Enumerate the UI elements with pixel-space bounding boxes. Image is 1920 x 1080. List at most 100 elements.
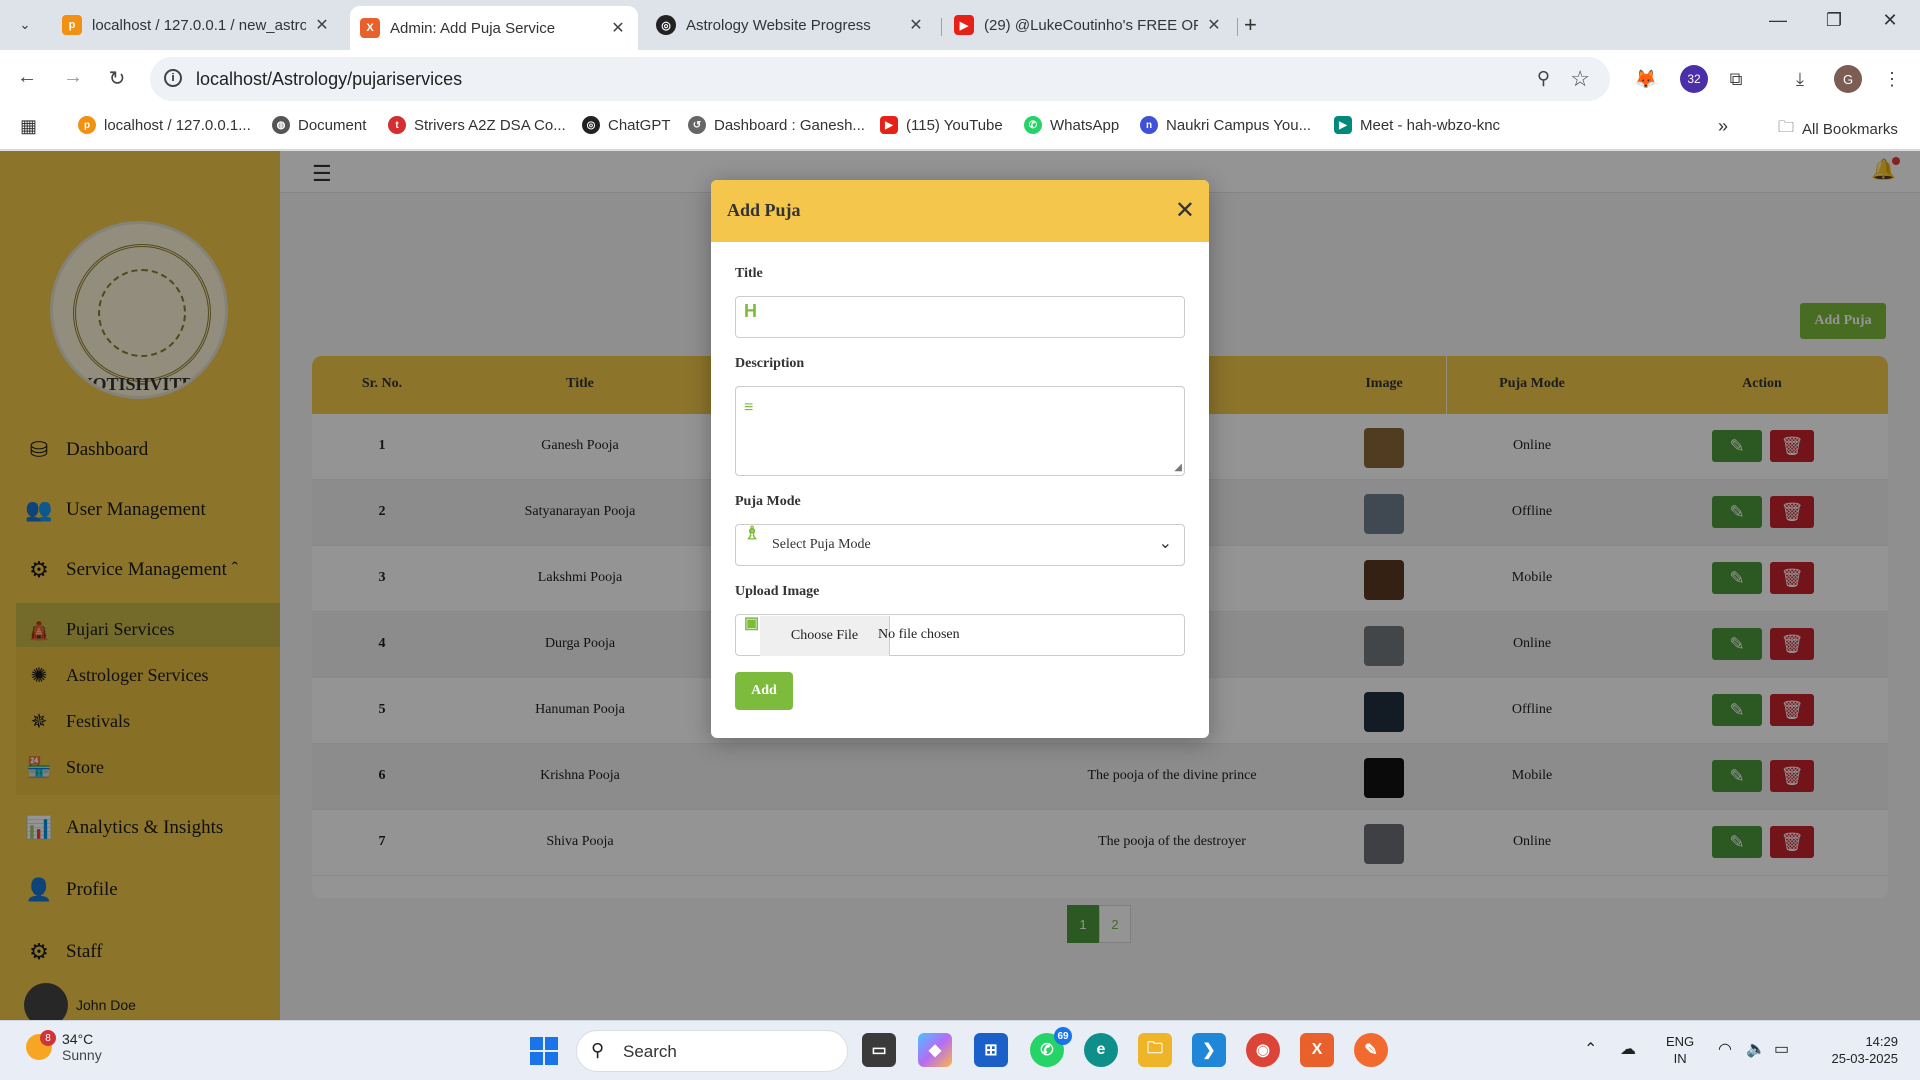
tab-youtube[interactable]: ▶ (29) @LukeCoutinho's FREE OF ✕ (944, 8, 1234, 42)
bookmark-chatgpt[interactable]: ◎ ChatGPT (582, 116, 671, 134)
profile-initial: G (1842, 71, 1854, 87)
title-field[interactable]: H (735, 296, 1185, 338)
bookmark-localhost[interactable]: p localhost / 127.0.0.1... (78, 116, 251, 134)
chevron-down-icon: ⌄ (1158, 535, 1172, 552)
bookmark-meet[interactable]: ▶ Meet - hah-wbzo-knc (1334, 116, 1500, 134)
tab-title: localhost / 127.0.0.1 / new_astro (92, 16, 306, 34)
bookmarks-bar: ▦ p localhost / 127.0.0.1... ◍ Document tS… (0, 108, 1920, 150)
tab-phpmyadmin[interactable]: p localhost / 127.0.0.1 / new_astro ✕ (52, 8, 342, 42)
tray-chevron-icon[interactable]: ⌃ (1584, 1039, 1597, 1059)
zoom-icon[interactable]: ⚲ (1537, 68, 1550, 89)
address-bar[interactable]: i localhost/Astrology/pujariservices ⚲ ☆ (150, 57, 1610, 101)
new-tab-button[interactable]: + (1244, 12, 1257, 38)
add-submit-button[interactable]: Add (735, 672, 793, 710)
select-placeholder: Select Puja Mode (772, 537, 871, 552)
windows-start-icon[interactable] (530, 1037, 558, 1065)
onedrive-icon[interactable]: ☁ (1620, 1039, 1636, 1059)
bookmark-youtube[interactable]: ▶ (115) YouTube (880, 116, 1003, 134)
reload-icon[interactable]: ↻ (102, 66, 132, 91)
ms-store-icon[interactable]: ⊞ (974, 1033, 1008, 1067)
title-input[interactable] (736, 297, 1184, 337)
task-view-icon[interactable]: ▭ (862, 1033, 896, 1067)
description-label: Description (735, 356, 805, 371)
bookmark-dashboard[interactable]: ↺ Dashboard : Ganesh... (688, 116, 865, 134)
upload-image-field[interactable]: ▣ Choose File No file chosen (735, 614, 1185, 656)
bookmark-label: Naukri Campus You... (1166, 116, 1312, 134)
tab-admin-add-puja[interactable]: X Admin: Add Puja Service ✕ (350, 6, 638, 50)
file-explorer-icon[interactable]: 🗀 (1138, 1033, 1172, 1067)
chrome-icon[interactable]: ◉ (1246, 1033, 1280, 1067)
extension-badge: 32 (1687, 72, 1701, 86)
menu-kebab-icon[interactable]: ⋮ (1878, 65, 1906, 93)
wifi-icon[interactable]: ◠ (1718, 1039, 1732, 1059)
description-field[interactable]: ≡ ◢ (735, 386, 1185, 476)
bookmark-label: Strivers A2Z DSA Co... (414, 116, 566, 134)
xampp-icon[interactable]: X (1300, 1033, 1334, 1067)
folder-icon: 🗀 (1778, 119, 1795, 136)
puja-mode-select[interactable]: ♗ Select Puja Mode ⌄ (735, 523, 1185, 566)
bookmark-strivers[interactable]: t Strivers A2Z DSA Co... (388, 116, 566, 134)
minimize-icon[interactable]: — (1758, 10, 1798, 31)
battery-icon[interactable]: ▭ (1774, 1039, 1789, 1059)
whatsapp-taskbar-icon[interactable]: ✆ 69 (1030, 1027, 1072, 1067)
apps-grid-icon[interactable]: ▦ (20, 116, 37, 137)
no-file-text: No file chosen (878, 627, 960, 642)
align-left-icon: ≡ (744, 399, 754, 416)
windows-taskbar: 8 34°C Sunny ⚲ Search ▭ ◆ ⊞ ✆ 69 e 🗀 ❯ ◉ … (0, 1020, 1920, 1080)
add-puja-modal: Add Puja ✕ Title H Description ≡ ◢ Puja … (711, 180, 1209, 738)
all-bookmarks-label: All Bookmarks (1802, 121, 1898, 138)
copilot-icon[interactable]: ◆ (918, 1033, 952, 1067)
close-tab-icon[interactable]: ✕ (1204, 15, 1224, 35)
forward-icon[interactable]: → (58, 66, 88, 89)
close-tab-icon[interactable]: ✕ (312, 15, 332, 35)
modal-header: Add Puja ✕ (711, 180, 1209, 242)
upload-image-label: Upload Image (735, 584, 820, 599)
weather-desc: Sunny (62, 1047, 102, 1063)
clock[interactable]: 14:29 25-03-2025 (1818, 1033, 1899, 1067)
close-window-icon[interactable]: ✕ (1870, 10, 1910, 31)
search-label: Search (623, 1042, 677, 1061)
close-tab-icon[interactable]: ✕ (608, 18, 628, 38)
taskbar-search[interactable]: ⚲ Search (576, 1030, 848, 1072)
volume-icon[interactable]: 🔈 (1746, 1039, 1766, 1059)
bookmark-star-icon[interactable]: ☆ (1570, 66, 1590, 92)
chatgpt-icon: ◎ (582, 116, 600, 134)
profile-avatar[interactable]: G (1834, 65, 1862, 93)
postman-icon[interactable]: ✎ (1354, 1033, 1388, 1067)
bookmark-naukri[interactable]: n Naukri Campus You... (1140, 116, 1311, 134)
weather-widget[interactable]: 8 34°C Sunny (26, 1030, 102, 1063)
metamask-extension-icon[interactable]: 🦊 (1632, 65, 1660, 93)
edge-icon[interactable]: e (1084, 1033, 1118, 1067)
vscode-icon[interactable]: ❯ (1192, 1033, 1226, 1067)
restore-icon[interactable]: ❐ (1814, 10, 1854, 31)
site-info-icon[interactable]: i (164, 69, 182, 87)
youtube-icon: ▶ (880, 116, 898, 134)
url-text[interactable]: localhost/Astrology/pujariservices (196, 69, 462, 90)
tab-strip: ⌄ p localhost / 127.0.0.1 / new_astro ✕ … (0, 0, 1920, 50)
admin-app: JYOTISHVITRA ⛁ Dashboard 👥 User Manageme… (0, 151, 1920, 1020)
back-icon[interactable]: ← (12, 66, 42, 89)
lang-region: IN (1673, 1051, 1687, 1066)
language-indicator[interactable]: ENG IN (1666, 1033, 1694, 1067)
tab-search-button[interactable]: ⌄ (10, 12, 40, 38)
resize-handle-icon[interactable]: ◢ (1174, 462, 1182, 473)
bookmark-whatsapp[interactable]: ✆ WhatsApp (1024, 116, 1119, 134)
xampp-favicon-icon: X (360, 18, 380, 38)
phpmyadmin-favicon-icon: p (62, 15, 82, 35)
title-label: Title (735, 266, 763, 281)
more-bookmarks-chevron-icon[interactable]: » (1718, 116, 1728, 137)
tab-astrology-progress[interactable]: ◎ Astrology Website Progress ✕ (646, 8, 936, 42)
choose-file-button[interactable]: Choose File (760, 616, 890, 656)
image-icon: ▣ (744, 615, 760, 632)
bookmark-document[interactable]: ◍ Document (272, 116, 366, 134)
tab-separator (1237, 18, 1238, 36)
all-bookmarks[interactable]: 🗀 All Bookmarks (1778, 116, 1898, 143)
extension-badge-icon[interactable]: 32 (1680, 65, 1708, 93)
bookmark-label: localhost / 127.0.0.1... (104, 116, 251, 134)
pray-icon: ♗ (744, 523, 761, 543)
download-icon[interactable]: ⤓ (1786, 65, 1814, 93)
whatsapp-badge: 69 (1054, 1027, 1072, 1045)
close-tab-icon[interactable]: ✕ (906, 15, 926, 35)
close-icon[interactable]: ✕ (1175, 196, 1195, 225)
extensions-puzzle-icon[interactable]: ⧉ (1722, 65, 1750, 93)
